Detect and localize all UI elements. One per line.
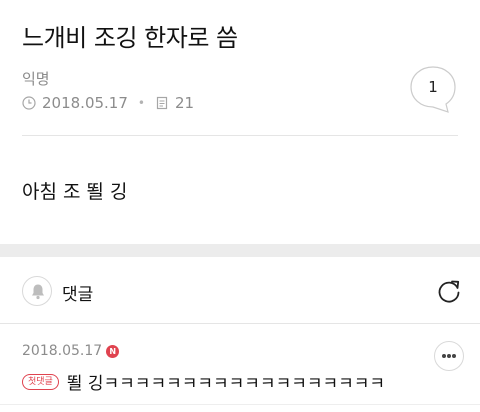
bell-icon [32, 284, 44, 300]
post-body: 아침 조 뙬 깅 [22, 181, 128, 203]
comment-date: 2018.05.17 [22, 343, 103, 359]
more-icon-dot [447, 354, 451, 358]
refresh-icon[interactable] [436, 278, 462, 304]
post-author: 익명 [22, 70, 50, 88]
comment-count: 1 [428, 78, 438, 96]
comments-header: 댓글 [22, 274, 464, 308]
comments-divider [0, 323, 480, 324]
post-title: 느개비 조깅 한자로 씀 [22, 24, 238, 52]
more-icon-dot [452, 354, 456, 358]
new-badge: N [106, 344, 120, 358]
post-date: 2018.05.17 [42, 94, 128, 112]
section-separator [0, 244, 480, 257]
more-icon-dot [442, 354, 446, 358]
document-icon [156, 96, 168, 110]
meta-separator-dot: • [137, 96, 145, 110]
notification-toggle[interactable] [22, 276, 52, 306]
post-view-count: 21 [174, 94, 195, 112]
comment-item: 첫댓글 뙬 깅ㅋㅋㅋㅋㅋㅋㅋㅋㅋㅋㅋㅋㅋㅋㅋㅋㅋㅋ [22, 369, 385, 394]
comment-meta: 2018.05.17 N [22, 343, 120, 359]
comment-count-bubble[interactable]: 1 [408, 64, 458, 116]
bottom-divider [0, 404, 480, 405]
comment-more-button[interactable] [434, 341, 464, 371]
header-divider [22, 135, 458, 136]
first-comment-badge: 첫댓글 [22, 373, 59, 390]
comment-text: 뙬 깅ㅋㅋㅋㅋㅋㅋㅋㅋㅋㅋㅋㅋㅋㅋㅋㅋㅋㅋ [66, 374, 386, 394]
comments-label: 댓글 [62, 285, 94, 305]
post-meta: 2018.05.17 • 21 [22, 94, 194, 112]
clock-icon [22, 96, 36, 110]
